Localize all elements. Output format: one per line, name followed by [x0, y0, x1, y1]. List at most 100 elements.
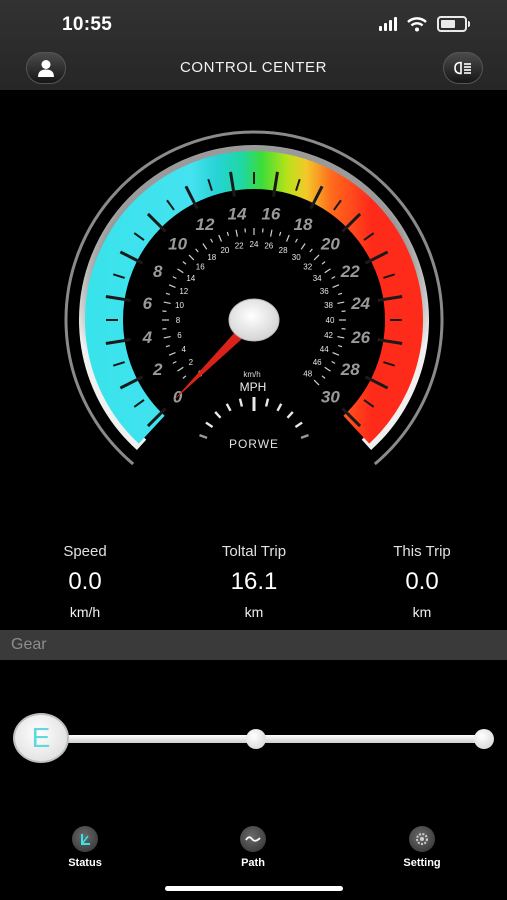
kmh-tick	[285, 234, 290, 242]
this-trip-unit: km	[412, 604, 432, 620]
gauge-unit-small: km/h	[243, 370, 260, 379]
status-icon	[72, 826, 98, 852]
kmh-tick-label: 4	[182, 345, 187, 354]
kmh-tick	[278, 231, 282, 236]
headlight-button[interactable]	[443, 52, 483, 84]
tab-status[interactable]: Status	[40, 826, 130, 869]
kmh-tick-label: 16	[196, 262, 205, 271]
kmh-tick	[172, 360, 177, 364]
mph-tick-label: 8	[153, 262, 163, 281]
kmh-tick-label: 12	[179, 287, 188, 296]
kmh-tick-label: 30	[292, 253, 301, 262]
gear-stop-right[interactable]	[474, 729, 494, 749]
kmh-tick-label: 46	[313, 358, 322, 367]
gear-slider-knob[interactable]: E	[13, 713, 69, 763]
kmh-tick	[324, 268, 331, 274]
kmh-tick-label: 42	[324, 331, 333, 340]
power-tick	[205, 421, 214, 429]
power-tick	[214, 411, 222, 419]
kmh-tick	[168, 351, 176, 356]
kmh-tick	[182, 375, 187, 379]
setting-icon	[409, 826, 435, 852]
tab-setting-label: Setting	[403, 857, 441, 869]
page-title: CONTROL CENTER	[179, 59, 328, 76]
speed-label: Speed	[63, 543, 107, 560]
tab-path-label: Path	[241, 857, 265, 869]
kmh-tick	[235, 229, 239, 237]
tab-setting[interactable]: Setting	[377, 826, 467, 869]
kmh-tick-label: 14	[186, 274, 195, 283]
gear-stop-middle[interactable]	[246, 729, 266, 749]
mph-tick-label: 18	[294, 215, 313, 234]
power-tick	[294, 421, 303, 429]
this-trip-label: This Trip	[393, 543, 451, 560]
mph-tick-label: 10	[168, 235, 187, 254]
kmh-tick	[332, 351, 340, 356]
mph-tick-label: 14	[228, 204, 247, 223]
needle-hub	[228, 298, 280, 342]
power-tick	[238, 398, 244, 407]
kmh-tick-label: 2	[189, 358, 194, 367]
kmh-tick	[331, 276, 336, 280]
kmh-tick	[321, 261, 326, 265]
kmh-tick	[337, 335, 345, 339]
kmh-tick-label: 24	[250, 240, 259, 249]
kmh-tick-label: 38	[324, 301, 333, 310]
kmh-tick	[168, 284, 176, 289]
kmh-tick	[163, 335, 171, 339]
power-tick	[264, 398, 270, 407]
kmh-tick	[309, 248, 313, 253]
tab-path[interactable]: Path	[208, 826, 298, 869]
kmh-tick-label: 18	[207, 253, 216, 262]
kmh-tick	[182, 261, 187, 265]
kmh-tick-label: 20	[220, 246, 229, 255]
power-meter-ticks	[199, 397, 309, 440]
kmh-tick	[218, 234, 223, 242]
kmh-tick-label: 34	[313, 274, 322, 283]
kmh-tick-label: 8	[176, 316, 181, 325]
kmh-tick	[165, 292, 170, 296]
mph-tick-label: 26	[350, 328, 370, 347]
kmh-tick	[188, 254, 195, 261]
kmh-tick	[177, 366, 184, 372]
headlight-icon	[454, 61, 471, 75]
total-trip-value: 16.1	[230, 568, 278, 595]
path-icon	[240, 826, 266, 852]
home-indicator[interactable]	[165, 886, 343, 891]
wifi-icon	[407, 16, 427, 31]
mph-tick-label: 28	[340, 360, 360, 379]
power-tick	[225, 403, 232, 412]
power-label: PORWE	[229, 437, 279, 451]
speedometer-gauge: 024681012141618202224262830 024681012141…	[64, 130, 444, 466]
kmh-tick	[332, 284, 340, 289]
power-tick	[276, 403, 283, 412]
kmh-tick	[324, 366, 331, 372]
total-trip-unit: km	[244, 604, 264, 620]
this-trip-stat: This Trip 0.0 km	[347, 543, 497, 620]
kmh-tick	[313, 379, 320, 386]
mph-tick-label: 20	[320, 235, 340, 254]
tab-status-label: Status	[68, 857, 102, 869]
kmh-tick	[338, 292, 343, 296]
kmh-tick-label: 10	[175, 301, 184, 310]
mph-tick-label: 16	[261, 204, 280, 223]
speed-value: 0.0	[68, 568, 102, 595]
power-tick	[286, 411, 294, 419]
kmh-tick-label: 36	[320, 287, 329, 296]
this-trip-value: 0.0	[405, 568, 439, 595]
mph-tick-label: 6	[143, 294, 153, 313]
kmh-tick	[195, 248, 199, 253]
power-tick	[199, 434, 208, 440]
gear-current-letter: E	[31, 722, 51, 753]
kmh-tick	[269, 229, 273, 237]
signal-icon	[379, 17, 397, 31]
kmh-tick	[165, 344, 170, 348]
kmh-tick	[300, 243, 306, 250]
top-bar: 10:55 CONTROL CENTER	[0, 0, 507, 90]
kmh-tick	[210, 238, 214, 243]
kmh-tick-label: 26	[264, 241, 273, 250]
mph-tick-label: 30	[321, 387, 340, 406]
kmh-tick	[313, 254, 320, 261]
kmh-tick	[294, 238, 298, 243]
mph-tick-label: 0	[173, 387, 183, 406]
